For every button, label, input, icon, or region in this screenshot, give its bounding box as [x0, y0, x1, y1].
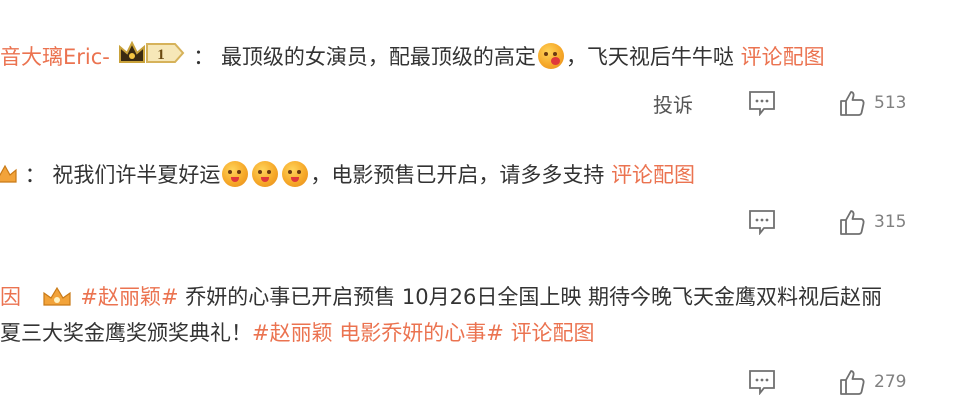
heart-eyes-emoji-icon: [537, 43, 564, 69]
like-button[interactable]: 513: [838, 86, 906, 120]
thumbs-up-icon: [840, 91, 865, 116]
comment-image-link[interactable]: 评论配图: [611, 163, 695, 187]
crown-badge-icon: [43, 286, 71, 306]
reply-button[interactable]: [748, 86, 776, 120]
like-count: 513: [874, 93, 907, 113]
comment-username[interactable]: 因: [0, 285, 21, 309]
svg-text:1: 1: [157, 47, 165, 63]
comment-text: ，飞天视后牛牛哒: [565, 45, 741, 69]
reply-button[interactable]: [748, 205, 776, 239]
comment-text: ，电影预售已开启，请多多支持: [310, 163, 612, 187]
comment-actions: 投诉 513: [0, 86, 960, 120]
comment-actions: 279: [0, 365, 960, 399]
like-button[interactable]: 315: [838, 205, 906, 239]
vip-badge[interactable]: 1: [117, 38, 187, 76]
report-button[interactable]: 投诉: [653, 86, 693, 120]
thumbs-up-icon: [840, 210, 865, 235]
comment-icon: [749, 370, 775, 395]
hashtag-link[interactable]: #赵丽颖#: [80, 285, 178, 309]
hashtag-link[interactable]: #赵丽颖 电影乔妍的心事#: [252, 321, 504, 345]
separator: ：: [193, 45, 215, 69]
kiss-emoji-icon: [282, 161, 309, 187]
comment-text: 夏三大奖金鹰奖颁奖典礼！: [0, 321, 252, 345]
thumbs-up-icon: [840, 370, 865, 395]
comment-actions: 315: [0, 205, 960, 239]
comment-text: 最顶级的女演员，配最顶级的高定: [220, 45, 536, 69]
comment-username[interactable]: 音大璃Eric-: [0, 45, 110, 69]
reply-button[interactable]: [748, 365, 776, 399]
like-button[interactable]: 279: [838, 365, 906, 399]
like-count: 279: [874, 372, 907, 392]
like-count: 315: [874, 212, 907, 232]
comment-icon: [749, 91, 775, 116]
separator: ：: [24, 163, 46, 187]
comment-icon: [749, 210, 775, 235]
kiss-emoji-icon: [252, 161, 279, 187]
comment-text: 乔妍的心事已开启预售 10月26日全国上映 期待今晚飞天金鹰双料视后赵丽: [178, 285, 883, 309]
comment-image-link[interactable]: 评论配图: [741, 45, 825, 69]
crown-badge-icon: [0, 164, 17, 183]
comment-text: 祝我们许半夏好运: [52, 163, 221, 187]
kiss-emoji-icon: [222, 161, 249, 187]
comment-image-link[interactable]: 评论配图: [511, 321, 595, 345]
